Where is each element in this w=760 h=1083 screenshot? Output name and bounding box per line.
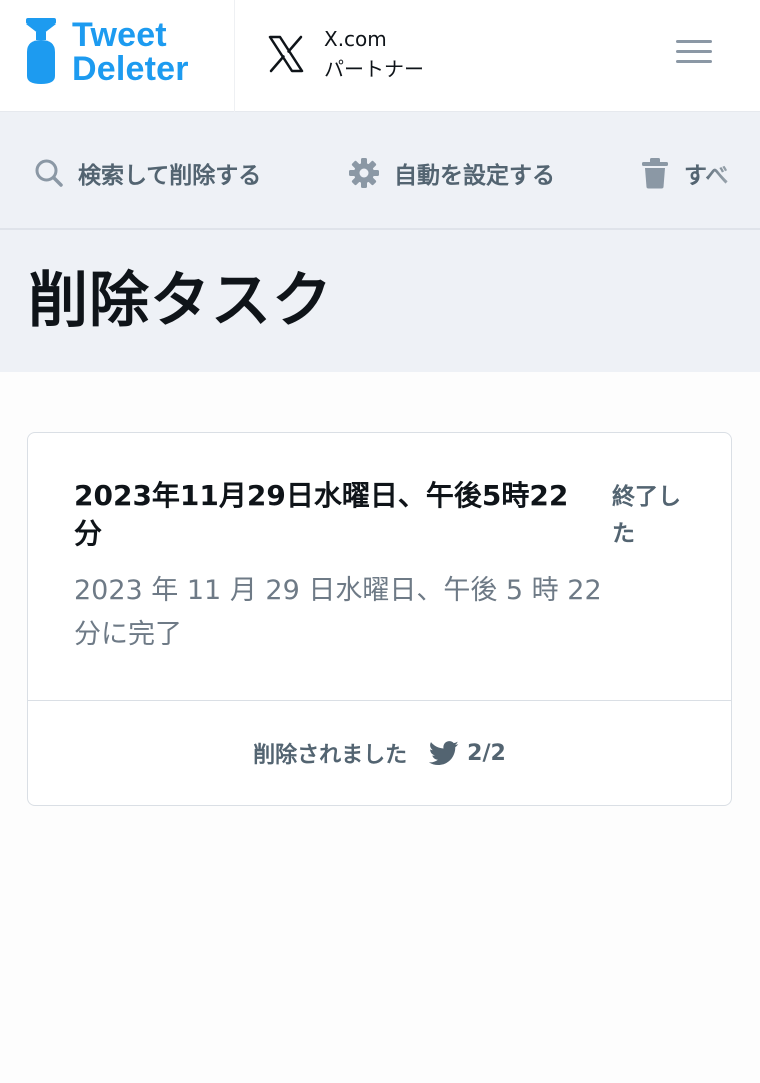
twitter-bird-icon xyxy=(429,740,459,765)
hamburger-menu-button[interactable] xyxy=(676,40,712,68)
deletion-task-card[interactable]: 2023年11月29日水曜日、午後5時22分 終了した 2023 年 11 月 … xyxy=(27,432,732,806)
search-delete-button[interactable]: 検索して削除する xyxy=(34,156,261,190)
auto-settings-button[interactable]: 自動を設定する xyxy=(348,156,555,190)
deleted-label: 削除されました xyxy=(253,743,408,768)
gear-icon xyxy=(349,158,379,188)
auto-settings-label: 自動を設定する xyxy=(394,163,555,189)
task-status-badge: 終了した xyxy=(612,484,681,547)
menu-bar-icon xyxy=(676,50,712,53)
action-toolbar: 検索して削除する 自動を設定する すべ xyxy=(0,112,760,230)
partner-line1: X.com xyxy=(324,27,387,51)
task-completed-text: 2023 年 11 月 29 日水曜日、午後 5 時 22 分に完了 xyxy=(74,575,602,650)
page-title-band: 削除タスク xyxy=(0,230,760,372)
partner-line2: パートナー xyxy=(324,57,424,81)
bomb-icon xyxy=(26,18,56,84)
x-partner-badge: X.com パートナー xyxy=(266,24,424,84)
task-title: 2023年11月29日水曜日、午後5時22分 xyxy=(74,479,569,550)
tweet-deleter-logo[interactable]: Tweet Deleter xyxy=(24,18,189,86)
trash-icon xyxy=(642,158,668,189)
deleted-count: 2/2 xyxy=(467,740,506,766)
page-title: 削除タスク xyxy=(28,266,333,336)
task-result-footer: 削除されました 2/2 xyxy=(28,701,731,805)
menu-bar-icon xyxy=(676,60,712,63)
menu-bar-icon xyxy=(676,40,712,43)
app-header: Tweet Deleter X.com パートナー xyxy=(0,0,760,112)
search-icon xyxy=(35,159,63,187)
x-logo-icon xyxy=(268,35,304,73)
search-delete-label: 検索して削除する xyxy=(78,163,262,189)
logo-text-line2: Deleter xyxy=(72,50,189,88)
header-divider xyxy=(234,0,235,112)
logo-text-line1: Tweet xyxy=(72,16,167,54)
toolbar-scroll-fade xyxy=(700,112,760,228)
